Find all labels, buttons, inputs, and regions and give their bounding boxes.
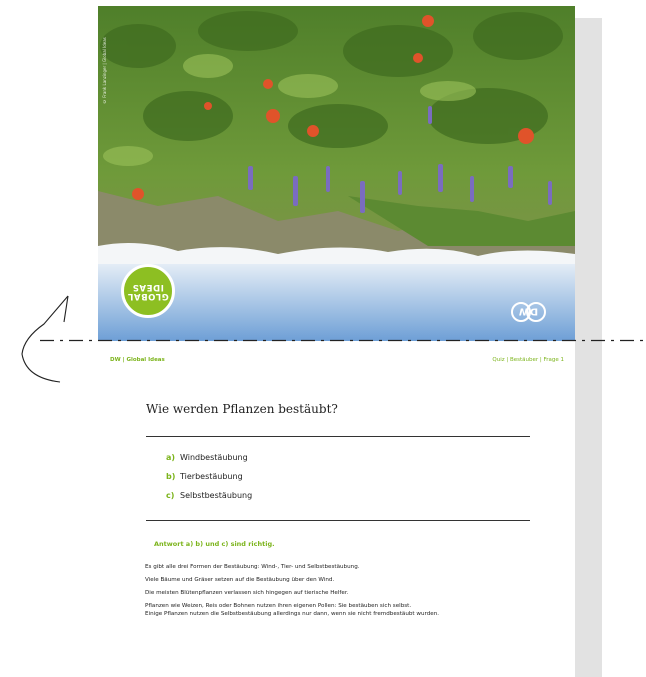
page-curl-icon xyxy=(21,295,69,383)
dw-logo-text: DW xyxy=(519,306,538,317)
option-letter: a) xyxy=(166,453,176,462)
option-text: Tierbestäubung xyxy=(180,472,243,481)
option-a: a) Windbestäubung xyxy=(166,453,252,472)
answer-options: a) Windbestäubung b) Tierbestäubung c) S… xyxy=(166,453,252,510)
header-brand: DW | Global Ideas xyxy=(110,357,165,363)
option-letter: b) xyxy=(166,472,176,481)
divider-bottom xyxy=(146,520,530,521)
option-c: c) Selbstbestäubung xyxy=(166,491,252,510)
dw-logo-icon: DW xyxy=(511,302,546,322)
photo-credit: © Frank Lanzinger | Global Ideas xyxy=(102,37,107,104)
explanation: Es gibt alle drei Formen der Bestäubung:… xyxy=(145,563,565,623)
explanation-line: Es gibt alle drei Formen der Bestäubung:… xyxy=(145,564,360,570)
question-title: Wie werden Pflanzen bestäubt? xyxy=(146,402,338,416)
option-text: Windbestäubung xyxy=(180,453,248,462)
option-text: Selbstbestäubung xyxy=(180,491,253,500)
global-ideas-logo-text: GLOBAL IDEAS xyxy=(127,282,169,301)
explanation-line: Die meisten Blütenpflanzen verlassen sic… xyxy=(145,590,349,596)
upside-down-meadow-photo: © Frank Lanzinger | Global Ideas GLOBAL … xyxy=(98,6,575,341)
fold-line xyxy=(40,339,646,342)
global-ideas-logo: GLOBAL IDEAS xyxy=(121,264,175,318)
explanation-line: Pflanzen wie Weizen, Reis oder Bohnen nu… xyxy=(145,603,412,609)
divider-top xyxy=(146,436,530,437)
answer-heading: Antwort a) b) und c) sind richtig. xyxy=(154,540,275,548)
header-section: Quiz | Bestäuber | Frage 1 xyxy=(492,357,564,363)
option-letter: c) xyxy=(166,491,175,500)
explanation-line: Viele Bäume und Gräser setzen auf die Be… xyxy=(145,577,335,583)
option-b: b) Tierbestäubung xyxy=(166,472,252,491)
explanation-line: Einige Pflanzen nutzen die Selbstbestäub… xyxy=(145,611,440,617)
